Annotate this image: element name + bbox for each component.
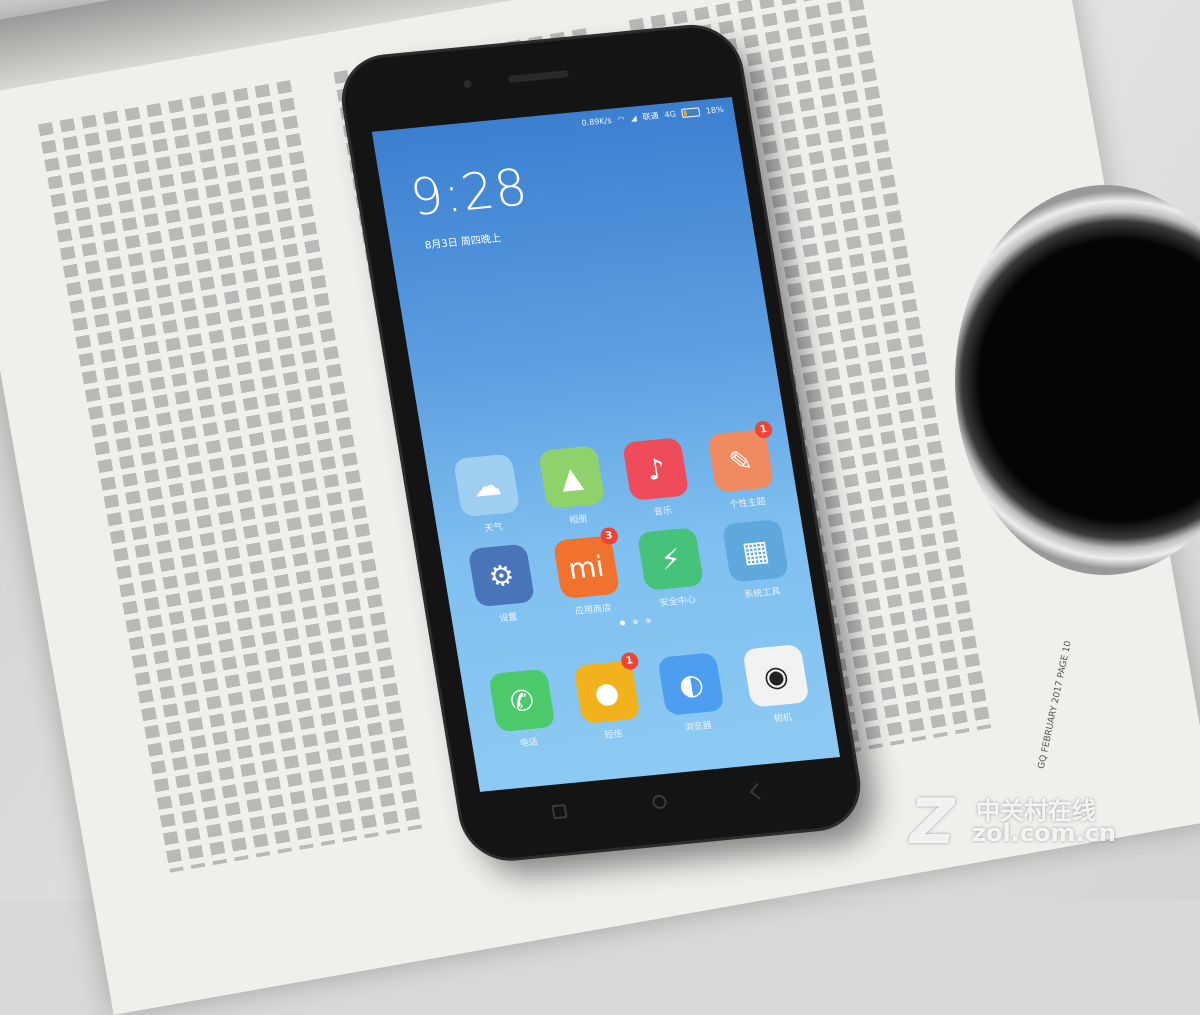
app-label: 应用商店 xyxy=(574,603,612,617)
status-bar: 0.89K/s ◠ ◢ 联通 4G 18% xyxy=(581,104,725,129)
app-browser[interactable]: ◐ 浏览器 xyxy=(649,651,738,735)
battery-icon xyxy=(681,107,701,118)
network-type: 4G xyxy=(663,109,677,120)
app-label: 天气 xyxy=(483,522,504,535)
camera-icon[interactable]: ◉ xyxy=(742,643,810,708)
app-music[interactable]: ♪ 音乐 xyxy=(613,436,702,520)
gear-icon[interactable]: ⚙ xyxy=(467,543,536,608)
watermark-url: zol.com.cn xyxy=(972,819,1116,847)
dock: ✆ 电话 ● 1 短信 ◐ 浏览器 ◉ 相机 xyxy=(479,643,822,752)
app-cloud[interactable]: ☁ 天气 xyxy=(444,453,533,537)
app-camera[interactable]: ◉ 相机 xyxy=(733,643,822,727)
app-label: 设置 xyxy=(498,612,519,625)
app-store-icon[interactable]: mi xyxy=(552,535,620,600)
app-folder[interactable]: ▦ 系统工具 xyxy=(713,518,802,602)
music-icon[interactable]: ♪ xyxy=(622,437,690,501)
clock: 9:28 xyxy=(406,157,533,228)
app-label: 电话 xyxy=(519,737,539,750)
app-shield[interactable]: ⚡ 安全中心 xyxy=(628,526,717,610)
back-key[interactable] xyxy=(749,782,767,800)
menu-key[interactable] xyxy=(551,803,568,820)
app-label: 相机 xyxy=(773,712,793,725)
battery-level: 18% xyxy=(705,104,725,116)
page-dot[interactable] xyxy=(619,620,625,626)
folder-icon[interactable]: ▦ xyxy=(721,518,790,583)
app-label: 系统工具 xyxy=(743,587,782,601)
message-icon[interactable]: ● xyxy=(572,660,641,725)
signal-icon: ◢ xyxy=(629,113,638,123)
app-gear[interactable]: ⚙ 设置 xyxy=(459,543,548,627)
phone-icon[interactable]: ✆ xyxy=(488,668,556,733)
app-label: 音乐 xyxy=(653,506,673,518)
carrier: 联通 xyxy=(641,111,660,122)
app-label: 相册 xyxy=(568,514,589,527)
app-theme-brush[interactable]: ✎ 1 个性主题 xyxy=(698,420,787,512)
page-dot[interactable] xyxy=(632,619,638,625)
app-gallery[interactable]: ▲ 相册 xyxy=(529,445,618,529)
home-key[interactable] xyxy=(651,794,668,810)
app-app-store[interactable]: mi 3 应用商店 xyxy=(543,526,632,619)
app-message[interactable]: ● 1 短信 xyxy=(564,651,653,744)
app-phone[interactable]: ✆ 电话 xyxy=(479,668,568,752)
app-label: 个性主题 xyxy=(728,497,767,511)
earpiece xyxy=(507,70,570,83)
cloud-icon[interactable]: ☁ xyxy=(452,453,521,518)
date: 8月3日 周四晚上 xyxy=(424,233,502,252)
theme-brush-icon[interactable]: ✎ xyxy=(706,428,775,493)
watermark-logo: Z xyxy=(910,785,955,858)
wifi-icon: ◠ xyxy=(616,114,626,125)
page-dot[interactable] xyxy=(645,617,651,624)
gallery-icon[interactable]: ▲ xyxy=(537,445,606,510)
front-camera xyxy=(462,79,473,89)
app-row-1: ☁ 天气 ▲ 相册 ♪ 音乐 ✎ 1 个性主题 xyxy=(444,420,787,537)
browser-icon[interactable]: ◐ xyxy=(657,652,726,716)
app-label: 短信 xyxy=(603,729,624,742)
app-label: 安全中心 xyxy=(658,595,697,609)
network-speed: 0.89K/s xyxy=(580,115,613,128)
app-label: 浏览器 xyxy=(683,720,713,734)
shield-icon[interactable]: ⚡ xyxy=(637,527,705,591)
